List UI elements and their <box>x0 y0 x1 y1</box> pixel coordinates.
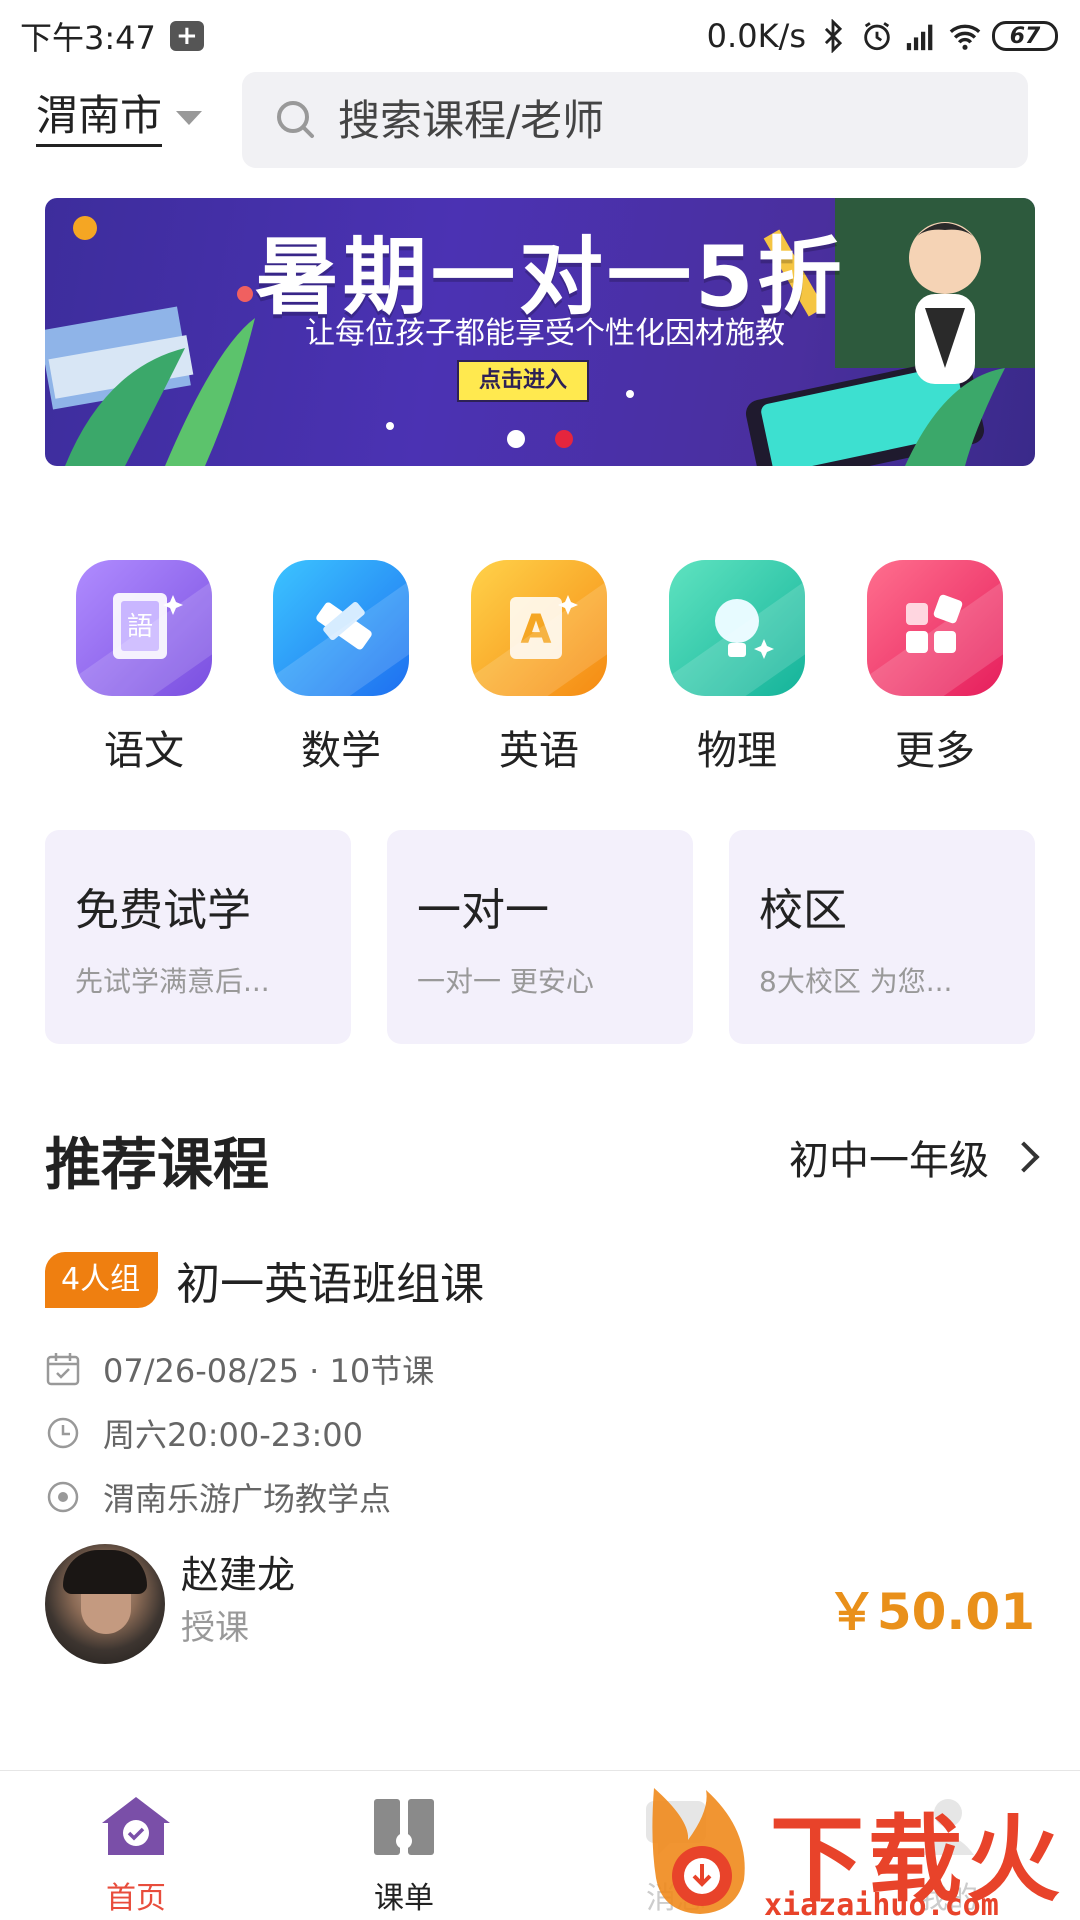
course-dates-row: 07/26-08/25 · 10节课 <box>45 1348 1035 1390</box>
bluetooth-icon <box>824 19 843 53</box>
svg-text:語: 語 <box>127 612 153 642</box>
tab-home[interactable]: 首页 <box>76 1793 196 1917</box>
signal-icon <box>906 24 933 51</box>
teacher-name: 赵建龙 <box>181 1553 296 1597</box>
card-subtitle: 8大校区 为您... <box>759 965 953 998</box>
course-dates: 07/26-08/25 · 10节课 <box>103 1352 435 1390</box>
category-more[interactable]: 更多 <box>865 560 1005 776</box>
city-selector[interactable]: 渭南市 <box>36 94 203 147</box>
section-title: 推荐课程 <box>45 1133 269 1198</box>
category-physics[interactable]: 物理 <box>667 560 807 776</box>
banner-pagination <box>507 430 573 448</box>
chevron-right-icon <box>1008 1141 1040 1173</box>
category-label: 更多 <box>895 728 975 774</box>
chinese-book-icon: 語 <box>76 560 212 696</box>
banner-subtitle: 让每位孩子都能享受个性化因材施教 <box>305 316 785 351</box>
status-bar: 下午3:47 + 0.0K/s 67 <box>0 0 1080 72</box>
banner-dot[interactable] <box>507 430 525 448</box>
course-card[interactable]: 4人组 初一英语班组课 07/26-08/25 · 10节课 周六20:00-2… <box>45 1248 1035 1678</box>
course-location: 渭南乐游广场教学点 <box>103 1480 392 1518</box>
category-chinese[interactable]: 語 语文 <box>74 560 214 776</box>
search-icon <box>277 101 314 138</box>
card-one-on-one[interactable]: 一对一 一对一 更安心 <box>387 830 693 1044</box>
ruler-pencil-icon <box>273 560 409 696</box>
banner-dot-active[interactable] <box>555 430 573 448</box>
wifi-icon <box>949 24 981 50</box>
location-icon <box>47 1481 79 1513</box>
course-price: ￥50.01 <box>826 1583 1035 1641</box>
card-title: 一对一 <box>417 885 549 936</box>
subject-categories: 語 语文 数学 A 英语 物理 更多 <box>0 560 1080 780</box>
card-title: 校区 <box>759 885 847 936</box>
tab-course-list[interactable]: 课单 <box>344 1793 464 1917</box>
search-input[interactable] <box>338 95 998 145</box>
status-time: 下午3:47 <box>20 19 156 57</box>
category-label: 数学 <box>301 728 381 774</box>
category-math[interactable]: 数学 <box>271 560 411 776</box>
category-label: 英语 <box>499 728 579 774</box>
course-title: 初一英语班组课 <box>176 1259 485 1310</box>
clock-icon <box>47 1417 79 1449</box>
caret-down-icon <box>176 110 203 125</box>
battery-indicator: 67 <box>992 21 1058 51</box>
alarm-icon <box>864 22 890 51</box>
course-schedule-row: 周六20:00-23:00 <box>45 1412 1035 1454</box>
schedule-book-icon <box>374 1799 434 1855</box>
card-campus[interactable]: 校区 8大校区 为您... <box>729 830 1035 1044</box>
svg-text:A: A <box>521 607 552 653</box>
card-free-trial[interactable]: 免费试学 先试学满意后... <box>45 830 351 1044</box>
course-location-row: 渭南乐游广场教学点 <box>45 1476 1035 1518</box>
network-speed: 0.0K/s <box>706 17 806 55</box>
watermark-url: xiazaihuo.com <box>764 1888 999 1920</box>
tab-label: 首页 <box>106 1881 166 1916</box>
category-english[interactable]: A 英语 <box>469 560 609 776</box>
flame-logo-icon <box>652 1788 745 1914</box>
category-label: 物理 <box>697 728 777 774</box>
watermark-logo: 下载火 xiazaihuo.com <box>640 1780 1080 1920</box>
lightbulb-icon <box>669 560 805 696</box>
letter-a-icon: A <box>471 560 607 696</box>
group-size-badge: 4人组 <box>45 1252 159 1308</box>
banner-enter-button[interactable]: 点击进入 <box>457 360 589 402</box>
top-header: 渭南市 <box>0 72 1080 172</box>
card-subtitle: 先试学满意后... <box>75 965 270 998</box>
grade-label: 初中一年级 <box>789 1138 989 1184</box>
card-title: 免费试学 <box>75 885 251 936</box>
home-icon <box>102 1797 170 1855</box>
teacher-row: 赵建龙 授课 ￥50.01 <box>45 1544 1035 1668</box>
blocks-icon <box>867 560 1003 696</box>
tab-label: 课单 <box>374 1881 434 1916</box>
promo-banner[interactable]: 暑期一对一5折 让每位孩子都能享受个性化因材施教 点击进入 <box>45 198 1035 466</box>
city-label: 渭南市 <box>36 94 163 147</box>
calendar-icon <box>46 1353 80 1386</box>
recommend-section-header: 推荐课程 初中一年级 <box>45 1120 1040 1198</box>
teacher-avatar <box>45 1544 165 1664</box>
category-label: 语文 <box>104 728 184 774</box>
feature-cards: 免费试学 先试学满意后... 一对一 一对一 更安心 校区 8大校区 为您... <box>45 830 1035 1044</box>
notification-plus-icon: + <box>169 21 204 51</box>
card-subtitle: 一对一 更安心 <box>417 965 594 998</box>
teacher-role: 授课 <box>181 1608 249 1648</box>
grade-selector[interactable]: 初中一年级 <box>789 1128 1040 1186</box>
course-schedule: 周六20:00-23:00 <box>103 1416 363 1454</box>
search-bar[interactable] <box>242 72 1028 168</box>
